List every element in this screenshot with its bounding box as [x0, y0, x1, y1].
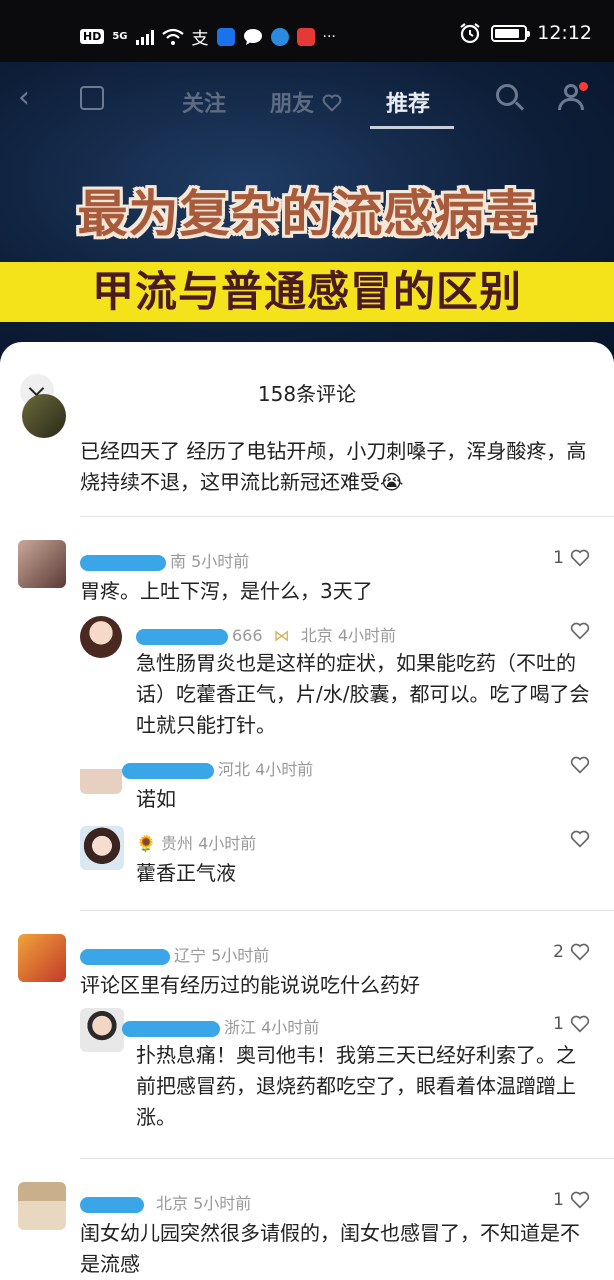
browser-icon — [270, 27, 289, 46]
tab-friends[interactable]: 朋友 — [270, 86, 342, 118]
comment-text[interactable]: 胃疼。上吐下泻，是什么，3天了 — [80, 576, 580, 607]
comment-location-time: 北京 5小时前 — [156, 1194, 252, 1213]
reply-text[interactable]: 扑热息痛！奥司他韦！我第三天已经好利索了。之前把感冒药，退烧药都吃空了，眼看着体… — [136, 1040, 592, 1133]
heart-icon — [570, 943, 590, 961]
comment-location-time: 南 5小时前 — [170, 552, 250, 571]
like-button[interactable] — [570, 622, 590, 640]
more-indicator: ··· — [322, 28, 336, 45]
redacted-username — [122, 762, 214, 779]
redacted-username — [122, 1020, 220, 1037]
avatar[interactable] — [80, 1008, 124, 1052]
like-button[interactable]: 1 — [553, 1014, 590, 1034]
search-icon[interactable] — [496, 84, 518, 106]
divider — [80, 1158, 614, 1159]
like-button[interactable] — [570, 830, 590, 848]
like-button[interactable] — [570, 756, 590, 774]
divider — [80, 516, 614, 517]
like-count: 1 — [553, 1014, 564, 1034]
reply-text[interactable]: 藿香正气液 — [136, 858, 592, 889]
network-label: 5G — [112, 31, 128, 42]
video-background[interactable]: ‹ 关注 朋友 推荐 最为复杂的流感病毒 甲流与普通感冒的区别 — [0, 62, 614, 362]
redacted-username — [80, 948, 170, 965]
divider — [80, 910, 614, 911]
status-bar: HD 5G 支 ··· 12:12 — [0, 0, 614, 62]
reply-location-time: 浙江 4小时前 — [224, 1018, 320, 1037]
like-count: 2 — [553, 942, 564, 962]
back-icon[interactable]: ‹ — [18, 80, 30, 115]
avatar[interactable] — [80, 826, 124, 870]
avatar[interactable] — [80, 752, 122, 794]
tab-friends-label: 朋友 — [270, 92, 315, 117]
comment-location-time: 辽宁 5小时前 — [174, 946, 270, 965]
avatar[interactable] — [80, 616, 122, 658]
comment-text[interactable]: 已经四天了 经历了电钻开颅，小刀刺嗓子，浑身酸疼，高烧持续不退，这甲流比新冠还难… — [80, 436, 590, 498]
comment-text[interactable]: 评论区里有经历过的能说说吃什么药好 — [80, 970, 580, 1001]
avatar[interactable] — [18, 934, 66, 982]
hd-badge: HD — [80, 29, 105, 44]
notification-dot — [579, 82, 588, 91]
reply-location-time: 贵州 4小时前 — [161, 834, 257, 853]
heart-icon — [322, 94, 342, 112]
heart-icon — [570, 756, 590, 774]
tab-recommended[interactable]: 推荐 — [386, 86, 430, 118]
avatar[interactable] — [18, 1182, 66, 1230]
like-count: 1 — [553, 548, 564, 568]
video-headline-2: 甲流与普通感冒的区别 — [91, 267, 522, 316]
like-count: 1 — [553, 1190, 564, 1210]
redacted-username — [80, 554, 166, 571]
alarm-icon — [460, 23, 480, 44]
comment-text[interactable]: 闺女幼儿园突然很多请假的，闺女也感冒了，不知道是不是流感 — [80, 1218, 590, 1280]
active-tab-indicator — [370, 126, 454, 129]
reply-name-glyph: 🌻 — [136, 834, 156, 853]
comment-meta: 南 5小时前 — [80, 548, 249, 572]
app-icon — [216, 27, 235, 46]
heart-icon — [570, 1191, 590, 1209]
heart-icon — [570, 622, 590, 640]
comments-header: 158条评论 — [0, 342, 614, 442]
reply-text[interactable]: 急性肠胃炎也是这样的症状，如果能吃药（不吐的话）吃藿香正气，片/水/胶囊，都可以… — [136, 648, 592, 741]
redacted-username — [136, 628, 228, 645]
signal-icon — [135, 29, 154, 45]
like-button[interactable]: 1 — [553, 1190, 590, 1210]
alipay-icon: 支 — [191, 29, 209, 49]
wifi-icon — [161, 28, 184, 45]
like-button[interactable]: 2 — [553, 942, 590, 962]
reply-meta: 河北 4小时前 — [122, 756, 313, 780]
reply-meta: 🌻 贵州 4小时前 — [136, 830, 256, 854]
reply-text[interactable]: 诺如 — [136, 784, 592, 815]
reply-name-suffix: 666 — [232, 626, 263, 645]
badge-icon: ⋈ — [273, 626, 290, 645]
reply-meta: 浙江 4小时前 — [122, 1014, 319, 1038]
comment-meta: 北京 5小时前 — [80, 1190, 251, 1214]
heart-icon — [570, 830, 590, 848]
top-nav: ‹ 关注 朋友 推荐 — [0, 62, 614, 132]
tab-following[interactable]: 关注 — [182, 86, 226, 118]
clock-time: 12:12 — [537, 22, 592, 44]
user-icon[interactable] — [556, 82, 588, 112]
video-headline-1: 最为复杂的流感病毒 — [77, 185, 537, 243]
comments-sheet: 158条评论 已经四天了 经历了电钻开颅，小刀刺嗓子，浑身酸疼，高烧持续不退，这… — [0, 342, 614, 1280]
redacted-username — [80, 1196, 144, 1213]
chat-icon — [243, 28, 262, 45]
comment-meta: 辽宁 5小时前 — [80, 942, 269, 966]
battery-icon — [491, 24, 531, 42]
app-icon — [296, 27, 315, 46]
avatar[interactable] — [22, 394, 66, 438]
like-button[interactable]: 1 — [553, 548, 590, 568]
reply-meta: 666 ⋈ 北京 4小时前 — [136, 622, 396, 646]
comments-count-title: 158条评论 — [257, 382, 357, 406]
heart-icon — [570, 1015, 590, 1033]
reply-location-time: 北京 4小时前 — [300, 626, 397, 645]
cast-icon[interactable] — [80, 86, 104, 110]
heart-icon — [570, 549, 590, 567]
avatar[interactable] — [18, 540, 66, 588]
reply-location-time: 河北 4小时前 — [218, 760, 314, 779]
